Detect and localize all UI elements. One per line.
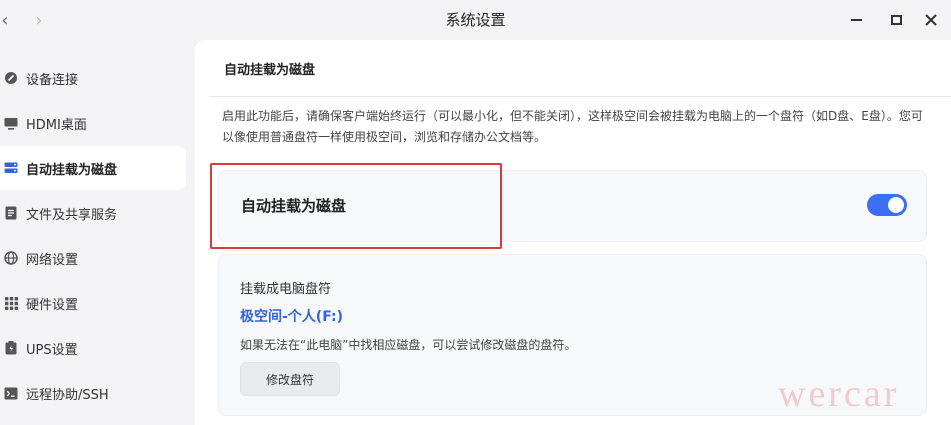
grid-icon [3, 295, 19, 311]
sidebar-item-label: 网络设置 [26, 252, 79, 268]
globe-icon [3, 250, 19, 266]
window-title: 系统设置 [445, 11, 506, 29]
link-icon [3, 70, 19, 86]
close-icon[interactable] [921, 10, 941, 30]
sidebar-item-remote-ssh[interactable]: 远程协助/SSH [0, 371, 186, 415]
settings-panel: 自动挂载为磁盘 启用此功能后，请确保客户端始终运行（可以最小化，但不能关闭），这… [195, 40, 951, 425]
sidebar-item-ups[interactable]: UPS设置 [0, 326, 186, 370]
auto-mount-toggle-card: 自动挂载为磁盘 [218, 170, 927, 242]
drive-letter-heading: 挂载成电脑盘符 [240, 282, 332, 297]
sidebar: 设备连接 HDMI桌面 自动挂载为磁盘 文件及共享服务 网络设置 硬件设置 UP… [0, 40, 195, 425]
feature-description: 启用此功能后，请确保客户端始终运行（可以最小化，但不能关闭），这样极空间会被挂载… [222, 109, 923, 144]
sidebar-item-device-connection[interactable]: 设备连接 [0, 56, 186, 100]
sidebar-item-label: 文件及共享服务 [26, 207, 118, 223]
drive-letter-hint: 如果无法在“此电脑”中找相应磁盘，可以尝试修改磁盘的盘符。 [240, 338, 577, 352]
battery-icon [3, 340, 19, 356]
sidebar-item-network[interactable]: 网络设置 [0, 236, 186, 280]
minimize-icon[interactable] [846, 10, 866, 30]
divider [209, 96, 951, 97]
sidebar-item-label: UPS设置 [26, 342, 78, 358]
sidebar-item-hdmi-desktop[interactable]: HDMI桌面 [0, 101, 186, 145]
auto-mount-toggle[interactable] [867, 194, 907, 216]
drive-letter-value: 极空间-个人(F:) [240, 309, 344, 325]
back-arrow-icon[interactable]: ‹ [0, 9, 16, 31]
sidebar-item-hardware[interactable]: 硬件设置 [0, 281, 186, 325]
sidebar-item-label: 远程协助/SSH [26, 387, 109, 403]
maximize-icon[interactable] [886, 10, 906, 30]
disk-icon [3, 160, 19, 176]
monitor-icon [3, 115, 19, 131]
terminal-icon [3, 385, 19, 401]
drive-letter-card: 挂载成电脑盘符 极空间-个人(F:) 如果无法在“此电脑”中找相应磁盘，可以尝试… [218, 254, 927, 416]
toggle-knob [888, 197, 904, 213]
sidebar-item-label: 硬件设置 [26, 297, 79, 313]
sidebar-item-file-sharing[interactable]: 文件及共享服务 [0, 191, 186, 235]
forward-arrow-icon[interactable]: › [28, 9, 50, 31]
sidebar-item-label: 自动挂载为磁盘 [26, 162, 118, 178]
change-drive-letter-button[interactable]: 修改盘符 [240, 362, 340, 396]
section-title: 自动挂载为磁盘 [224, 63, 316, 78]
sidebar-item-auto-mount[interactable]: 自动挂载为磁盘 [0, 146, 186, 190]
sidebar-item-label: 设备连接 [26, 72, 79, 88]
title-bar: ‹ › 系统设置 [0, 0, 951, 40]
toggle-label: 自动挂载为磁盘 [241, 197, 347, 215]
document-icon [3, 205, 19, 221]
sidebar-item-label: HDMI桌面 [26, 117, 87, 133]
